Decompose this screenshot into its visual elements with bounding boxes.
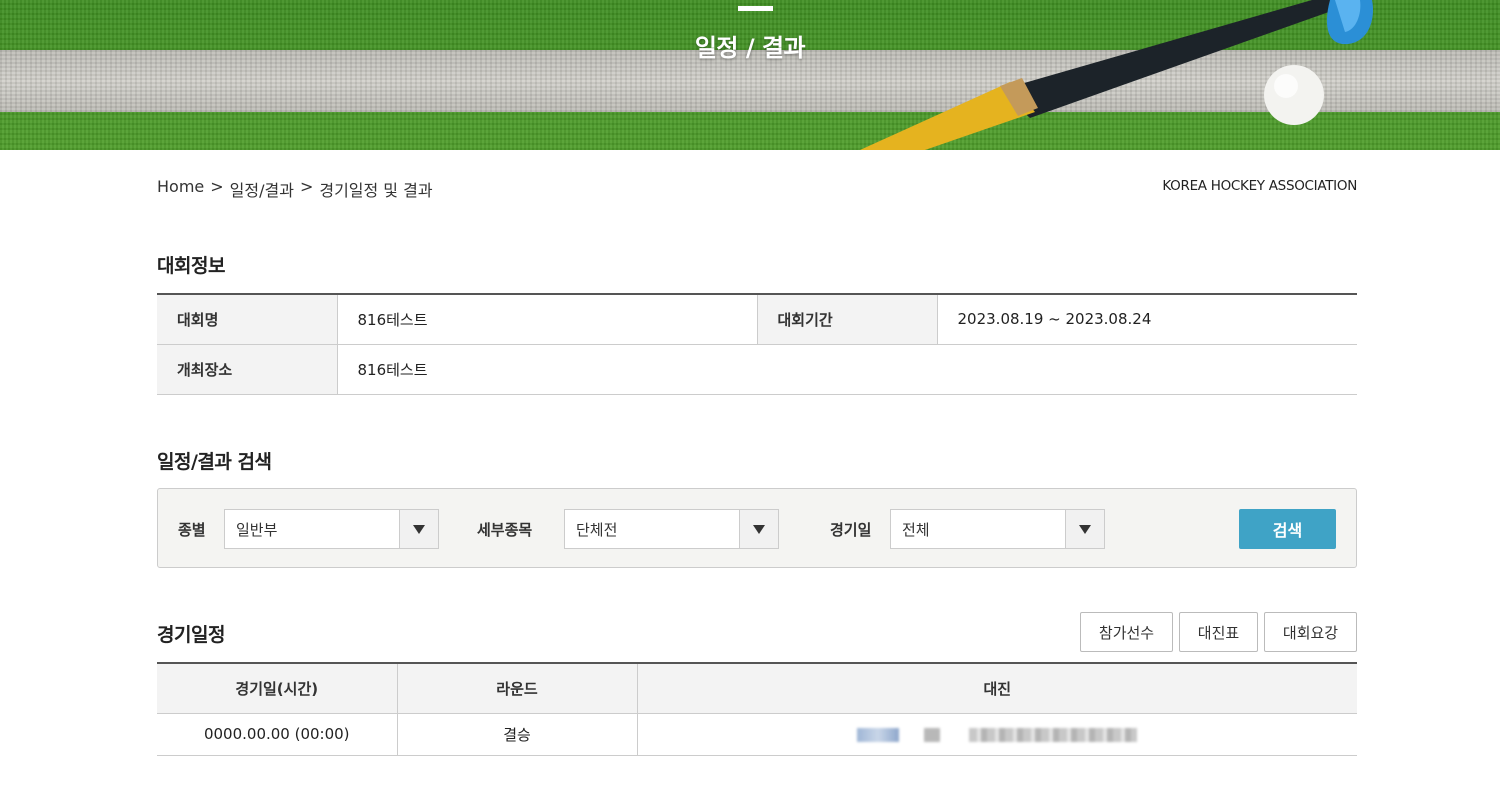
- guide-button[interactable]: 대회요강: [1264, 612, 1357, 652]
- tournament-info-table: 대회명 816테스트 대회기간 2023.08.19 ~ 2023.08.24 …: [157, 293, 1357, 395]
- table-header-row: 경기일(시간) 라운드 대진: [157, 663, 1357, 714]
- breadcrumb-home[interactable]: Home: [157, 177, 204, 201]
- column-header-round: 라운드: [397, 663, 638, 714]
- ball-icon: [1264, 65, 1324, 125]
- hero-banner: 일정 / 결과: [0, 0, 1500, 150]
- breadcrumb-level2[interactable]: 경기일정 및 결과: [319, 177, 432, 201]
- tournament-period-label: 대회기간: [757, 294, 938, 345]
- column-header-match: 대진: [637, 663, 1357, 714]
- venue-label: 개최장소: [157, 344, 338, 395]
- chevron-down-icon[interactable]: [399, 510, 438, 548]
- org-label: KOREA HOCKEY ASSOCIATION: [1162, 178, 1357, 194]
- match-round-cell: 결승: [397, 713, 638, 756]
- match-teams-cell: [637, 713, 1357, 756]
- info-row: 개최장소 816테스트: [157, 344, 1357, 395]
- players-button[interactable]: 참가선수: [1080, 612, 1173, 652]
- breadcrumb-separator: >: [210, 177, 224, 196]
- date-select-value: 전체: [902, 520, 930, 539]
- info-row: 대회명 816테스트 대회기간 2023.08.19 ~ 2023.08.24: [157, 294, 1357, 345]
- search-button[interactable]: 검색: [1239, 509, 1336, 549]
- title-accent-bar: [738, 6, 773, 11]
- tournament-period-value: 2023.08.19 ~ 2023.08.24: [937, 294, 1357, 345]
- table-row[interactable]: 0000.00.00 (00:00) 결승: [157, 713, 1357, 756]
- bracket-button[interactable]: 대진표: [1179, 612, 1258, 652]
- chevron-down-icon[interactable]: [1065, 510, 1104, 548]
- tournament-name-value: 816테스트: [337, 294, 758, 345]
- chevron-down-icon[interactable]: [739, 510, 778, 548]
- venue-value: 816테스트: [337, 344, 1357, 395]
- search-section-title: 일정/결과 검색: [157, 451, 272, 473]
- search-panel: 종별 일반부 세부종목 단체전 경기일 전체 검색: [157, 488, 1357, 568]
- event-label: 세부종목: [477, 521, 533, 539]
- breadcrumb-level1[interactable]: 일정/결과: [230, 177, 294, 201]
- breadcrumb-separator: >: [299, 177, 314, 196]
- category-select-value: 일반부: [236, 520, 278, 539]
- redacted-vs: [924, 727, 941, 742]
- schedule-title: 경기일정: [157, 624, 225, 646]
- tournament-name-label: 대회명: [157, 294, 338, 345]
- category-label: 종별: [178, 521, 206, 539]
- page-title: 일정 / 결과: [694, 34, 806, 62]
- hockey-stick-illustration: [860, 0, 1373, 150]
- event-select[interactable]: 단체전: [564, 509, 779, 549]
- category-select[interactable]: 일반부: [224, 509, 439, 549]
- date-label: 경기일: [830, 521, 872, 539]
- breadcrumb: Home > 일정/결과 > 경기일정 및 결과: [157, 177, 433, 201]
- column-header-date: 경기일(시간): [157, 663, 398, 714]
- redacted-team-b: [969, 727, 1138, 742]
- schedule-table: 경기일(시간) 라운드 대진 0000.00.00 (00:00) 결승: [157, 662, 1357, 756]
- tournament-info-title: 대회정보: [157, 255, 225, 277]
- date-select[interactable]: 전체: [890, 509, 1105, 549]
- event-select-value: 단체전: [576, 520, 618, 539]
- redacted-team-a: [857, 727, 900, 742]
- match-date-cell: 0000.00.00 (00:00): [157, 713, 398, 756]
